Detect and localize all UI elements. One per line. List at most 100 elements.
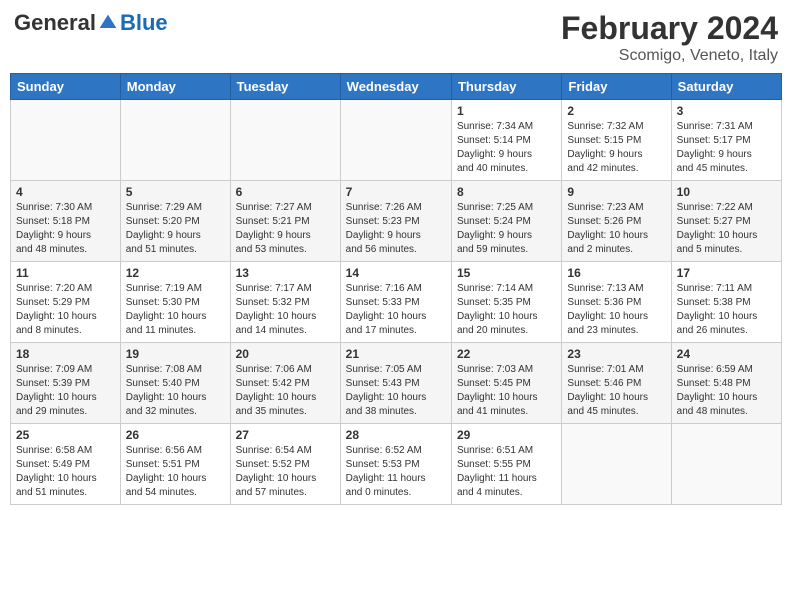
day-info: Sunrise: 7:34 AM Sunset: 5:14 PM Dayligh… [457,120,556,176]
day-number: 24 [677,347,776,361]
day-info: Sunrise: 7:32 AM Sunset: 5:15 PM Dayligh… [567,120,665,176]
day-info: Sunrise: 7:23 AM Sunset: 5:26 PM Dayligh… [567,201,665,257]
calendar-cell: 1 Sunrise: 7:34 AM Sunset: 5:14 PM Daylig… [451,100,561,181]
day-number: 3 [677,104,776,118]
location-title: Scomigo, Veneto, Italy [561,47,778,65]
calendar-week-row: 25 Sunrise: 6:58 AM Sunset: 5:49 PM Dayli… [11,424,782,505]
day-number: 17 [677,266,776,280]
day-number: 27 [236,428,335,442]
day-number: 18 [16,347,115,361]
day-number: 2 [567,104,665,118]
day-number: 15 [457,266,556,280]
calendar-cell: 3 Sunrise: 7:31 AM Sunset: 5:17 PM Daylig… [671,100,781,181]
calendar-cell: 2 Sunrise: 7:32 AM Sunset: 5:15 PM Daylig… [562,100,671,181]
day-number: 1 [457,104,556,118]
calendar-cell [230,100,340,181]
day-info: Sunrise: 7:16 AM Sunset: 5:33 PM Dayligh… [346,282,446,338]
day-info: Sunrise: 7:13 AM Sunset: 5:36 PM Dayligh… [567,282,665,338]
day-info: Sunrise: 7:14 AM Sunset: 5:35 PM Dayligh… [457,282,556,338]
day-number: 21 [346,347,446,361]
day-number: 9 [567,185,665,199]
calendar-week-row: 11 Sunrise: 7:20 AM Sunset: 5:29 PM Dayli… [11,262,782,343]
calendar-cell: 22 Sunrise: 7:03 AM Sunset: 5:45 PM Dayli… [451,343,561,424]
day-info: Sunrise: 7:06 AM Sunset: 5:42 PM Dayligh… [236,363,335,419]
calendar-week-row: 1 Sunrise: 7:34 AM Sunset: 5:14 PM Daylig… [11,100,782,181]
day-info: Sunrise: 7:01 AM Sunset: 5:46 PM Dayligh… [567,363,665,419]
day-number: 28 [346,428,446,442]
calendar-cell: 17 Sunrise: 7:11 AM Sunset: 5:38 PM Dayli… [671,262,781,343]
weekday-header: Sunday [11,74,121,100]
day-info: Sunrise: 6:52 AM Sunset: 5:53 PM Dayligh… [346,444,446,500]
day-info: Sunrise: 7:08 AM Sunset: 5:40 PM Dayligh… [126,363,225,419]
day-number: 12 [126,266,225,280]
logo-icon [98,13,118,33]
day-info: Sunrise: 7:19 AM Sunset: 5:30 PM Dayligh… [126,282,225,338]
calendar-table: SundayMondayTuesdayWednesdayThursdayFrid… [10,73,782,505]
day-number: 10 [677,185,776,199]
weekday-header: Tuesday [230,74,340,100]
day-info: Sunrise: 6:56 AM Sunset: 5:51 PM Dayligh… [126,444,225,500]
calendar-cell: 21 Sunrise: 7:05 AM Sunset: 5:43 PM Dayli… [340,343,451,424]
calendar-cell: 7Sunrise: 7:26 AM Sunset: 5:23 PM Daylig… [340,181,451,262]
day-number: 26 [126,428,225,442]
calendar-cell: 10 Sunrise: 7:22 AM Sunset: 5:27 PM Dayli… [671,181,781,262]
day-info: Sunrise: 6:58 AM Sunset: 5:49 PM Dayligh… [16,444,115,500]
day-number: 25 [16,428,115,442]
calendar-cell: 28 Sunrise: 6:52 AM Sunset: 5:53 PM Dayli… [340,424,451,505]
day-number: 20 [236,347,335,361]
day-number: 14 [346,266,446,280]
calendar-cell: 26 Sunrise: 6:56 AM Sunset: 5:51 PM Dayli… [120,424,230,505]
title-section: February 2024 Scomigo, Veneto, Italy [561,10,778,65]
day-info: Sunrise: 6:51 AM Sunset: 5:55 PM Dayligh… [457,444,556,500]
logo: General Blue [14,10,168,36]
day-info: Sunrise: 7:17 AM Sunset: 5:32 PM Dayligh… [236,282,335,338]
calendar-week-row: 18Sunrise: 7:09 AM Sunset: 5:39 PM Dayli… [11,343,782,424]
weekday-header: Friday [562,74,671,100]
calendar-cell [120,100,230,181]
day-number: 4 [16,185,115,199]
calendar-cell: 24 Sunrise: 6:59 AM Sunset: 5:48 PM Dayli… [671,343,781,424]
day-number: 11 [16,266,115,280]
calendar-cell: 16 Sunrise: 7:13 AM Sunset: 5:36 PM Dayli… [562,262,671,343]
day-number: 5 [126,185,225,199]
logo-blue-text: Blue [120,10,168,36]
calendar-cell: 23Sunrise: 7:01 AM Sunset: 5:46 PM Dayli… [562,343,671,424]
calendar-cell: 6 Sunrise: 7:27 AM Sunset: 5:21 PM Daylig… [230,181,340,262]
calendar-cell: 8Sunrise: 7:25 AM Sunset: 5:24 PM Daylig… [451,181,561,262]
day-info: Sunrise: 6:54 AM Sunset: 5:52 PM Dayligh… [236,444,335,500]
day-info: Sunrise: 7:27 AM Sunset: 5:21 PM Dayligh… [236,201,335,257]
day-number: 13 [236,266,335,280]
day-info: Sunrise: 7:20 AM Sunset: 5:29 PM Dayligh… [16,282,115,338]
day-info: Sunrise: 6:59 AM Sunset: 5:48 PM Dayligh… [677,363,776,419]
calendar-cell: 9 Sunrise: 7:23 AM Sunset: 5:26 PM Daylig… [562,181,671,262]
calendar-cell: 18Sunrise: 7:09 AM Sunset: 5:39 PM Dayli… [11,343,121,424]
calendar-cell: 19 Sunrise: 7:08 AM Sunset: 5:40 PM Dayli… [120,343,230,424]
day-number: 16 [567,266,665,280]
calendar-cell [11,100,121,181]
calendar-cell: 12 Sunrise: 7:19 AM Sunset: 5:30 PM Dayli… [120,262,230,343]
day-number: 29 [457,428,556,442]
day-info: Sunrise: 7:03 AM Sunset: 5:45 PM Dayligh… [457,363,556,419]
day-info: Sunrise: 7:30 AM Sunset: 5:18 PM Dayligh… [16,201,115,257]
month-title: February 2024 [561,10,778,47]
day-info: Sunrise: 7:29 AM Sunset: 5:20 PM Dayligh… [126,201,225,257]
weekday-header: Monday [120,74,230,100]
day-number: 19 [126,347,225,361]
day-info: Sunrise: 7:25 AM Sunset: 5:24 PM Dayligh… [457,201,556,257]
calendar-cell: 13 Sunrise: 7:17 AM Sunset: 5:32 PM Dayli… [230,262,340,343]
calendar-cell: 15 Sunrise: 7:14 AM Sunset: 5:35 PM Dayli… [451,262,561,343]
weekday-header: Wednesday [340,74,451,100]
day-info: Sunrise: 7:26 AM Sunset: 5:23 PM Dayligh… [346,201,446,257]
day-info: Sunrise: 7:31 AM Sunset: 5:17 PM Dayligh… [677,120,776,176]
calendar-cell: 29 Sunrise: 6:51 AM Sunset: 5:55 PM Dayli… [451,424,561,505]
day-number: 22 [457,347,556,361]
day-info: Sunrise: 7:11 AM Sunset: 5:38 PM Dayligh… [677,282,776,338]
calendar-cell: 20 Sunrise: 7:06 AM Sunset: 5:42 PM Dayli… [230,343,340,424]
calendar-week-row: 4 Sunrise: 7:30 AM Sunset: 5:18 PM Daylig… [11,181,782,262]
calendar-cell [671,424,781,505]
day-number: 6 [236,185,335,199]
day-info: Sunrise: 7:22 AM Sunset: 5:27 PM Dayligh… [677,201,776,257]
weekday-header: Thursday [451,74,561,100]
calendar-cell: 25 Sunrise: 6:58 AM Sunset: 5:49 PM Dayli… [11,424,121,505]
day-info: Sunrise: 7:05 AM Sunset: 5:43 PM Dayligh… [346,363,446,419]
